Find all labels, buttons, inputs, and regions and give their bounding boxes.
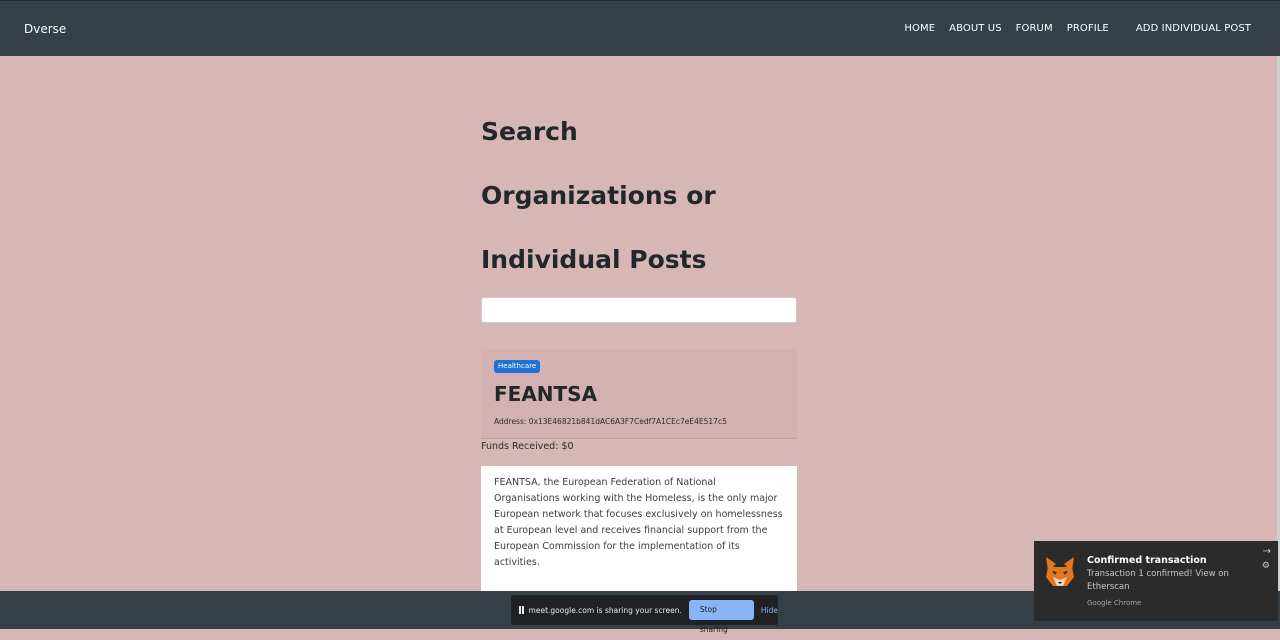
nav-profile[interactable]: PROFILE (1067, 23, 1109, 34)
notification-title: Confirmed transaction (1087, 555, 1207, 566)
nav-forum[interactable]: FORUM (1016, 23, 1053, 34)
main-content: Search Organizations or Individual Posts… (481, 100, 797, 596)
notification-source: Google Chrome (1087, 599, 1142, 607)
funds-label: Funds Received: (481, 441, 559, 452)
organization-address: Address: 0x13E46821b841dAC6A3F7Cedf7A1CE… (494, 417, 727, 426)
address-label: Address: (494, 417, 527, 426)
category-badge: Healthcare (494, 360, 541, 373)
funds-received: Funds Received: $0 (481, 441, 574, 452)
navbar: Dverse HOME ABOUT US FORUM PROFILE ADD I… (0, 0, 1280, 56)
search-title-line-3: Individual Posts (481, 245, 707, 274)
funds-value: $0 (561, 441, 574, 452)
nav-add-individual-post[interactable]: ADD INDIVIDUAL POST (1136, 23, 1251, 34)
organization-name: FEANTSA (494, 382, 598, 406)
metamask-fox-icon (1046, 557, 1074, 586)
notification-body: Transaction 1 confirmed! View on Ethersc… (1087, 569, 1229, 592)
screen-share-message: meet.google.com is sharing your screen. (528, 605, 682, 615)
arrow-right-icon[interactable]: → (1263, 546, 1271, 557)
organization-description-box: FEANTSA, the European Federation of Nati… (481, 466, 797, 596)
organization-card-header: Healthcare FEANTSA Address: 0x13E46821b8… (481, 349, 797, 439)
screen-share-bar: meet.google.com is sharing your screen. … (511, 595, 778, 634)
search-title-line-2: Organizations or (481, 181, 716, 210)
nav-links: HOME ABOUT US FORUM PROFILE ADD INDIVIDU… (890, 23, 1251, 34)
search-title-line-1: Search (481, 117, 578, 146)
gear-icon[interactable]: ⚙ (1262, 561, 1270, 571)
nav-home[interactable]: HOME (904, 23, 935, 34)
stop-sharing-button[interactable]: Stop sharing (688, 600, 754, 634)
notification-toast[interactable]: Confirmed transaction Transaction 1 conf… (1034, 541, 1278, 621)
pause-icon (519, 606, 524, 614)
hide-button[interactable]: Hide (761, 606, 778, 615)
brand-logo[interactable]: Dverse (24, 22, 66, 36)
address-value: 0x13E46821b841dAC6A3F7Cedf7A1CEc7eE4E517… (528, 417, 727, 426)
organization-description: FEANTSA, the European Federation of Nati… (494, 477, 783, 568)
nav-about-us[interactable]: ABOUT US (949, 23, 1001, 34)
search-input[interactable] (481, 297, 797, 323)
